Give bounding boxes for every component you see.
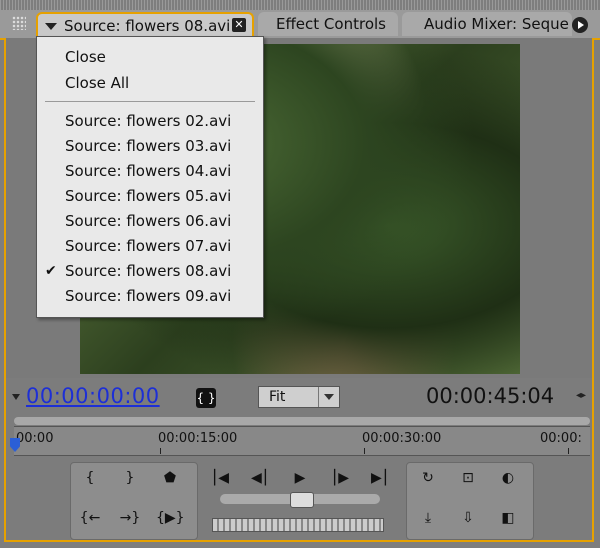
ruler-label: 00:00:30:00 bbox=[362, 431, 442, 446]
ruler-label: 00:00 bbox=[16, 431, 54, 446]
insert-button[interactable]: ⤓ bbox=[414, 508, 442, 528]
output-button[interactable]: ◐ bbox=[494, 468, 522, 488]
menu-item-source[interactable]: Source: flowers 02.avi bbox=[65, 111, 231, 131]
play-in-to-out-button[interactable]: {▶} bbox=[156, 508, 185, 528]
panel-grip-icon[interactable] bbox=[12, 16, 26, 30]
ruler-tick bbox=[160, 448, 161, 454]
jog-slider[interactable] bbox=[220, 492, 380, 508]
menu-separator bbox=[45, 101, 255, 102]
dropdown-arrow-icon[interactable] bbox=[45, 23, 57, 30]
time-ruler[interactable] bbox=[14, 426, 590, 456]
menu-item-source-checked[interactable]: Source: flowers 08.avi bbox=[65, 261, 231, 281]
menu-item-source-label: Source: flowers 08.avi bbox=[65, 262, 232, 280]
tab-effect-controls-label: Effect Controls bbox=[276, 15, 386, 33]
step-back-button[interactable]: ⎮◀ bbox=[206, 468, 234, 488]
menu-item-source[interactable]: Source: flowers 05.avi bbox=[65, 186, 231, 206]
panel-menu-icon[interactable] bbox=[572, 17, 588, 33]
zoom-scrollbar[interactable] bbox=[14, 417, 590, 425]
checkmark-icon: ✔ bbox=[45, 263, 57, 279]
play-button[interactable]: ▶ bbox=[286, 468, 314, 488]
goto-in-button[interactable]: {← bbox=[76, 508, 104, 528]
chevron-down-icon[interactable] bbox=[318, 387, 339, 407]
zoom-value: Fit bbox=[269, 389, 286, 405]
menu-item-source[interactable]: Source: flowers 06.avi bbox=[65, 211, 231, 231]
ruler-tick bbox=[364, 448, 365, 454]
export-frame-button[interactable]: ◧ bbox=[494, 508, 522, 528]
disclosure-triangle-icon[interactable] bbox=[12, 394, 20, 400]
tab-source-label: Source: flowers 08.avi bbox=[64, 17, 231, 35]
ruler-label: 00:00: bbox=[540, 431, 582, 446]
tab-audio-mixer[interactable]: Audio Mixer: Seque bbox=[402, 12, 572, 36]
tab-source-monitor[interactable]: Source: flowers 08.avi ✕ bbox=[36, 12, 254, 36]
goto-out-button[interactable]: →} bbox=[116, 508, 144, 528]
loop-button[interactable]: ↻ bbox=[414, 468, 442, 488]
shuttle-control[interactable] bbox=[212, 518, 384, 532]
source-dropdown-menu: Close Close All Source: flowers 02.avi S… bbox=[36, 36, 264, 318]
menu-item-source[interactable]: Source: flowers 09.avi bbox=[65, 286, 231, 306]
duration-timecode: 00:00:45:04 bbox=[426, 384, 555, 408]
menu-item-close-all[interactable]: Close All bbox=[65, 73, 129, 93]
menu-item-source[interactable]: Source: flowers 07.avi bbox=[65, 236, 231, 256]
menu-item-source[interactable]: Source: flowers 04.avi bbox=[65, 161, 231, 181]
mark-clip-button[interactable]: { } bbox=[196, 388, 216, 408]
tab-effect-controls[interactable]: Effect Controls bbox=[258, 12, 398, 36]
safe-margins-button[interactable]: ⊡ bbox=[454, 468, 482, 488]
previous-frame-button[interactable]: ◀⎮ bbox=[246, 468, 274, 488]
close-icon[interactable]: ✕ bbox=[232, 18, 246, 32]
step-forward-button[interactable]: ▶⎮ bbox=[366, 468, 394, 488]
next-frame-button[interactable]: ⎮▶ bbox=[326, 468, 354, 488]
duration-arrows-icon[interactable]: ◂▸ bbox=[576, 390, 586, 401]
mark-out-button[interactable]: } bbox=[116, 468, 144, 488]
ruler-label: 00:00:15:00 bbox=[158, 431, 238, 446]
jog-thumb[interactable] bbox=[290, 492, 314, 508]
current-timecode[interactable]: 00:00:00:00 bbox=[26, 384, 160, 408]
overlay-button[interactable]: ⇩ bbox=[454, 508, 482, 528]
set-marker-button[interactable]: ⬟ bbox=[156, 468, 184, 488]
menu-item-close[interactable]: Close bbox=[65, 47, 106, 67]
tab-audio-mixer-label: Audio Mixer: Seque bbox=[424, 15, 569, 33]
zoom-select[interactable]: Fit bbox=[258, 386, 340, 408]
menu-item-source[interactable]: Source: flowers 03.avi bbox=[65, 136, 231, 156]
ruler-tick bbox=[568, 448, 569, 454]
mark-in-button[interactable]: { bbox=[76, 468, 104, 488]
